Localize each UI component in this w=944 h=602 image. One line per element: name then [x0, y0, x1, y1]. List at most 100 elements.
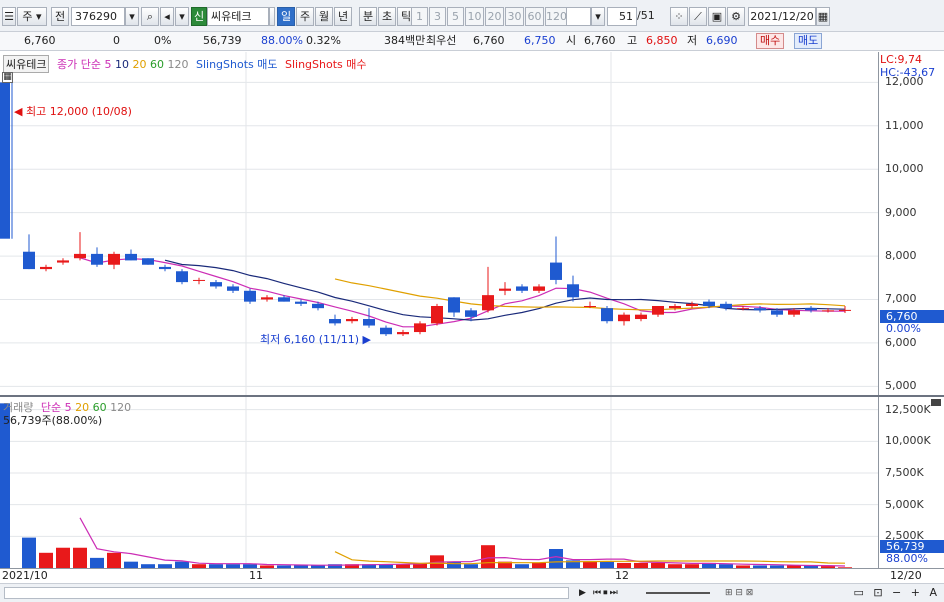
candle-body[interactable] [584, 305, 596, 307]
candle-body[interactable] [244, 290, 256, 302]
grid-icon[interactable]: ▦ [2, 72, 13, 83]
chevron-down-icon[interactable]: ▾ [125, 7, 139, 26]
candle-body[interactable] [720, 303, 732, 309]
interval-tab-10[interactable]: 10 [465, 7, 484, 26]
candle-body[interactable] [822, 310, 834, 312]
period-tab-5[interactable]: 초 [378, 7, 396, 26]
candle-body[interactable] [839, 309, 851, 311]
candle-body[interactable] [737, 308, 749, 310]
candle-body[interactable] [414, 323, 426, 333]
date-input[interactable]: 2021/12/20 [748, 7, 816, 26]
stock-code-input[interactable]: 376290 [71, 7, 125, 26]
candle-body[interactable] [805, 308, 817, 311]
candle-body[interactable] [618, 314, 630, 322]
candle-body[interactable] [465, 310, 477, 317]
chevron-down-icon[interactable]: ▾ [591, 7, 605, 26]
candle-body[interactable] [754, 308, 766, 311]
grid-icon[interactable]: ⁘ [670, 7, 688, 26]
interval-tab-3[interactable]: 3 [429, 7, 446, 26]
candle-body[interactable] [431, 305, 443, 324]
scroll-track[interactable] [4, 587, 569, 599]
collapse-icon[interactable] [931, 399, 941, 406]
interval-tab-1[interactable]: 1 [411, 7, 428, 26]
period-tab-3[interactable]: 년 [334, 7, 352, 26]
scroll-left-icon[interactable]: ▶ [577, 587, 588, 599]
zoom-buttons[interactable]: ▭ ⊡ − + A [800, 587, 940, 599]
candle-body[interactable] [193, 279, 205, 281]
volume-bar[interactable] [107, 552, 121, 568]
count-input[interactable]: 51 [607, 7, 637, 26]
volume-bar[interactable] [549, 549, 563, 568]
candle-body[interactable] [261, 297, 273, 300]
search-icon[interactable]: ⌕ [141, 7, 159, 26]
price-chart-panel[interactable]: 씨유테크 종가 단순 5 10 20 60 120 SlingShots 매도 … [0, 52, 878, 395]
candle-body[interactable] [278, 297, 290, 302]
candle-body[interactable] [380, 327, 392, 335]
candle-body[interactable] [159, 266, 171, 270]
save-icon[interactable]: ▣ [708, 7, 726, 26]
sell-button[interactable]: 매도 [794, 33, 823, 49]
candle-body[interactable] [40, 266, 52, 270]
period-tab-2[interactable]: 월 [315, 7, 333, 26]
custom-interval-input[interactable] [565, 7, 591, 26]
volume-bar[interactable] [73, 547, 87, 568]
candle-body[interactable] [91, 253, 103, 265]
candle-body[interactable] [516, 286, 528, 291]
candle-body[interactable] [397, 332, 409, 335]
type-button[interactable]: 전 [51, 7, 69, 26]
chevron-down-icon[interactable]: ▾ [175, 7, 189, 26]
candle-body[interactable] [142, 258, 154, 265]
candle-body[interactable] [601, 308, 613, 322]
candle-body[interactable] [210, 282, 222, 287]
candle-body[interactable] [23, 251, 35, 270]
zoom-slider[interactable] [646, 592, 710, 594]
menu-icon[interactable]: ☰ [2, 7, 16, 26]
candle-body[interactable] [771, 310, 783, 315]
candle-body[interactable] [686, 303, 698, 306]
candle-body[interactable] [57, 260, 69, 263]
candle-body[interactable] [125, 253, 137, 261]
candle-body[interactable] [482, 295, 494, 311]
volume-bar[interactable] [90, 557, 104, 568]
speaker-icon[interactable]: ◂ [160, 7, 174, 26]
volume-bar[interactable] [481, 545, 495, 568]
chevron-down-icon[interactable] [269, 7, 275, 26]
volume-bar[interactable] [22, 537, 36, 568]
interval-tab-5[interactable]: 5 [447, 7, 464, 26]
candle-body[interactable] [108, 253, 120, 265]
volume-chart-svg[interactable] [0, 397, 878, 568]
candle-body[interactable] [499, 288, 511, 291]
period-tab-0[interactable]: 일 [277, 7, 295, 26]
candle-body[interactable] [567, 284, 579, 298]
period-tab-4[interactable]: 분 [359, 7, 377, 26]
volume-bar[interactable] [0, 403, 10, 568]
candle-body[interactable] [227, 286, 239, 291]
volume-bar[interactable] [56, 547, 70, 568]
candle-body[interactable] [533, 286, 545, 291]
candle-body[interactable] [788, 310, 800, 315]
candle-body[interactable] [363, 319, 375, 326]
interval-tab-20[interactable]: 20 [485, 7, 504, 26]
volume-bar[interactable] [39, 552, 53, 568]
buy-button[interactable]: 매수 [756, 33, 785, 49]
candle-body[interactable] [635, 314, 647, 320]
candle-body[interactable] [329, 319, 341, 324]
candle-body[interactable] [703, 301, 715, 306]
trend-icon[interactable]: ⟋ [689, 7, 707, 26]
period-tab-1[interactable]: 주 [296, 7, 314, 26]
candle-body[interactable] [652, 305, 664, 315]
calendar-icon[interactable]: ▦ [816, 7, 830, 26]
candle-body[interactable] [0, 82, 10, 239]
candle-body[interactable] [448, 297, 460, 313]
playback-controls[interactable]: ⏮⏹⏭ [593, 587, 637, 599]
candle-body[interactable] [295, 301, 307, 304]
candle-body[interactable] [669, 305, 681, 309]
candle-body[interactable] [176, 271, 188, 283]
candle-body[interactable] [346, 319, 358, 322]
gear-icon[interactable]: ⚙ [727, 7, 745, 26]
candle-body[interactable] [550, 262, 562, 280]
market-select[interactable]: 주 ▾ [17, 7, 47, 26]
interval-tab-60[interactable]: 60 [525, 7, 544, 26]
stock-name-field[interactable]: 씨유테크 [207, 7, 269, 26]
volume-chart-panel[interactable]: 거래량 단순 5 20 60 120 56,739주(88.00%) [0, 397, 878, 568]
